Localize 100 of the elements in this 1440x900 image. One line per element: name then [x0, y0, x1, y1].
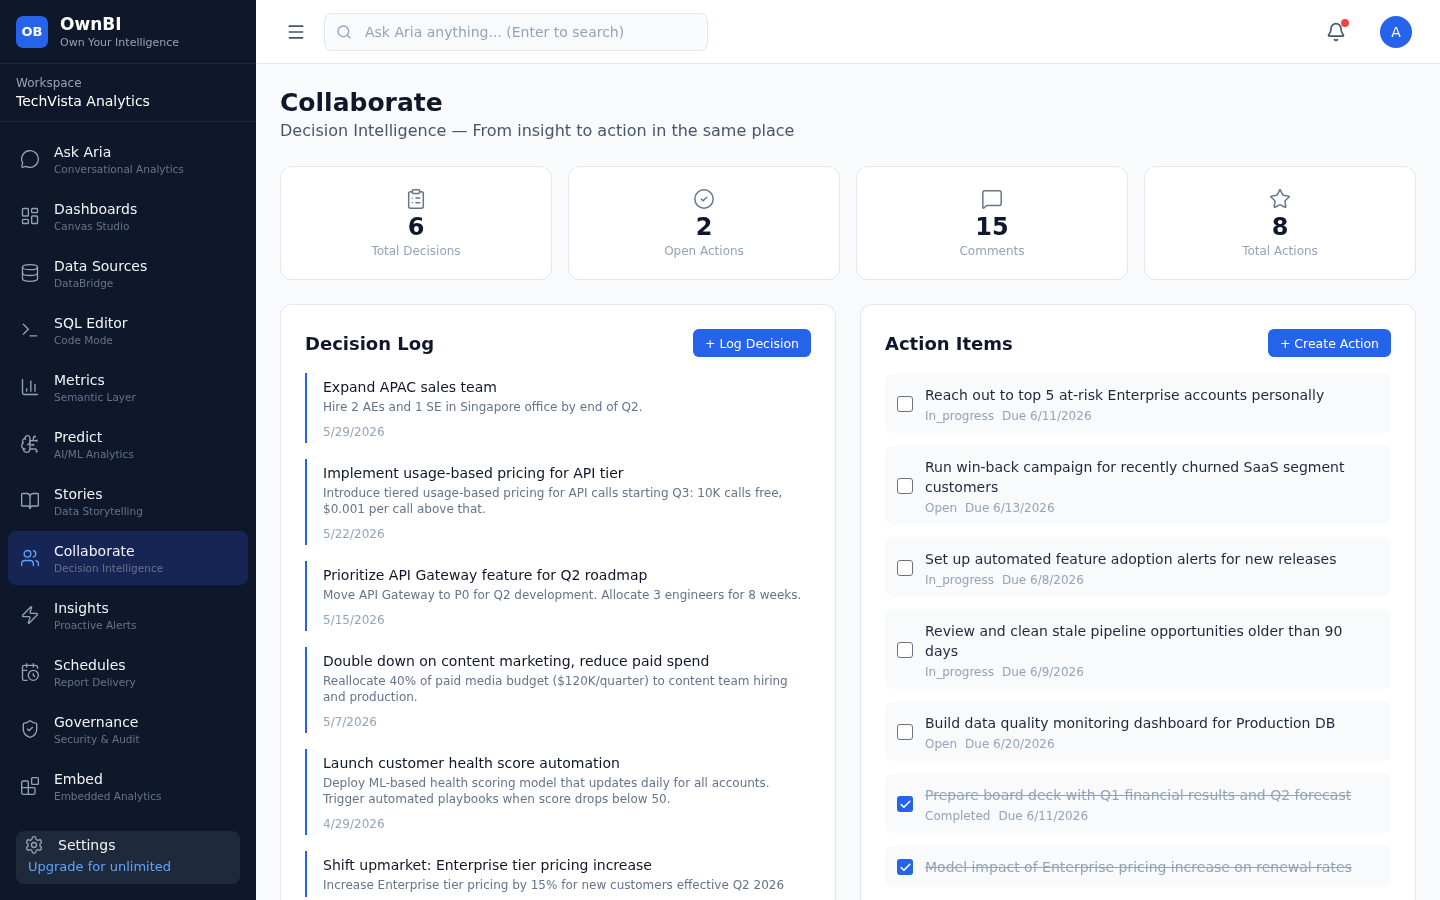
- action-due-date: Due 6/13/2026: [965, 501, 1055, 515]
- checkbox[interactable]: [897, 478, 913, 494]
- notifications-button[interactable]: [1326, 21, 1346, 42]
- nav-subtitle: Proactive Alerts: [54, 618, 137, 631]
- nav-subtitle: AI/ML Analytics: [54, 447, 134, 460]
- lightning-icon: [20, 605, 40, 625]
- stat-value: 15: [975, 213, 1009, 241]
- nav-item[interactable]: Data Sources DataBridge: [8, 246, 248, 300]
- nav-subtitle: Embedded Analytics: [54, 789, 162, 802]
- action-status: In_progress: [925, 665, 994, 679]
- nav-label: Insights: [54, 599, 110, 616]
- stat-label: Total Actions: [1242, 244, 1318, 258]
- action-title: Model impact of Enterprise pricing increase on renewal rates: [925, 858, 1352, 877]
- action-title: Set up automated feature adoption alerts for new releases: [925, 550, 1337, 569]
- action-status: In_progress: [925, 409, 994, 423]
- nav-subtitle: Canvas Studio: [54, 219, 131, 232]
- action-status: Open: [925, 501, 958, 515]
- action-title: Build data quality monitoring dashboard for Production DB: [925, 714, 1336, 733]
- decision-date: 5/7/2026: [323, 715, 378, 729]
- nav-item[interactable]: Embed Embedded Analytics: [8, 759, 248, 813]
- action-title: Reach out to top 5 at-risk Enterprise accounts personally: [925, 386, 1325, 405]
- settings-icon[interactable]: [24, 835, 44, 855]
- nav-item[interactable]: Predict AI/ML Analytics: [8, 417, 248, 471]
- chat-icon: [20, 149, 40, 169]
- decision-description: Introduce tiered usage-based pricing for API calls starting Q3: 10K calls free, $0.001 per call above that.: [323, 485, 784, 517]
- nav-label: SQL Editor: [54, 314, 128, 331]
- nav-label: Collaborate: [54, 542, 136, 559]
- stat-value: 8: [1271, 213, 1289, 241]
- decision-date: 5/22/2026: [323, 527, 386, 541]
- checkbox[interactable]: [897, 396, 913, 412]
- nav-item[interactable]: Governance Security & Audit: [8, 702, 248, 756]
- terminal-icon: [20, 320, 40, 340]
- decision-title: Double down on content marketing, reduce paid spend: [323, 653, 711, 669]
- stat-value: 2: [695, 213, 713, 241]
- action-title: Review and clean stale pipeline opportunities older than 90 days: [925, 622, 1344, 661]
- checkbox[interactable]: [897, 724, 913, 740]
- action-due-date: Due 6/9/2026: [1001, 665, 1084, 679]
- decision-title: Expand APAC sales team: [323, 379, 498, 395]
- action-due-date: Due 6/11/2026: [1001, 409, 1092, 423]
- bar-chart-icon: [20, 377, 40, 397]
- brand-tagline: Own Your Intelligence: [60, 36, 180, 49]
- decision-description: Increase Enterprise tier pricing by 15% for new customers effective Q2 2026: [323, 877, 786, 893]
- workspace-label: Workspace: [16, 76, 83, 90]
- nav-item[interactable]: Stories Data Storytelling: [8, 474, 248, 528]
- decision-title: Shift upmarket: Enterprise tier pricing increase: [323, 857, 653, 873]
- nav-subtitle: Conversational Analytics: [54, 162, 184, 175]
- action-title: Run win-back campaign for recently churned SaaS segment customers: [925, 458, 1346, 497]
- nav-subtitle: Semantic Layer: [54, 390, 136, 403]
- nav-item[interactable]: Schedules Report Delivery: [8, 645, 248, 699]
- nav-label: Schedules: [54, 656, 127, 673]
- database-icon: [20, 263, 40, 283]
- log-decision-button[interactable]: + Log Decision: [693, 329, 811, 357]
- search-field[interactable]: Ask Aria anything... (Enter to search): [324, 12, 708, 51]
- calendar-clock-icon: [20, 662, 40, 682]
- action-due-date: Due 6/20/2026: [965, 737, 1055, 751]
- checkbox[interactable]: [897, 796, 913, 812]
- nav-subtitle: DataBridge: [54, 276, 115, 289]
- nav-item[interactable]: Metrics Semantic Layer: [8, 360, 248, 414]
- star-icon: [1269, 188, 1291, 210]
- logo: OB: [16, 15, 48, 48]
- decision-date: 5/15/2026: [323, 613, 386, 627]
- checkbox[interactable]: [897, 642, 913, 658]
- nav-subtitle: Data Storytelling: [54, 504, 143, 517]
- brain-icon: [20, 434, 40, 454]
- checkbox[interactable]: [897, 859, 913, 875]
- stat-label: Open Actions: [664, 244, 744, 258]
- action-title: Prepare board deck with Q1 financial results and Q2 forecast: [925, 786, 1352, 805]
- nav-label: Metrics: [54, 371, 106, 388]
- stat-label: Comments: [959, 244, 1025, 258]
- nav-label: Stories: [54, 485, 104, 502]
- brand-name: OwnBI: [60, 14, 123, 34]
- nav-label: Predict: [54, 428, 104, 445]
- decision-title: Prioritize API Gateway feature for Q2 roadmap: [323, 567, 649, 583]
- nav-label: Governance: [54, 713, 140, 730]
- action-status: Open: [925, 737, 958, 751]
- panel-title: Decision Log: [305, 332, 435, 354]
- nav-item[interactable]: Collaborate Decision Intelligence: [8, 531, 248, 585]
- users-icon: [20, 548, 40, 568]
- shield-icon: [20, 719, 40, 739]
- create-action-button[interactable]: + Create Action: [1267, 329, 1391, 357]
- upgrade-link[interactable]: Upgrade for unlimited: [20, 859, 236, 874]
- nav-label: Embed: [54, 770, 104, 787]
- avatar[interactable]: A: [1380, 15, 1412, 48]
- page-title: Collaborate: [280, 88, 444, 117]
- nav-item[interactable]: Ask Aria Conversational Analytics: [8, 132, 248, 186]
- decision-description: Move API Gateway to P0 for Q2 development. Allocate 3 engineers for 8 weeks.: [323, 587, 803, 603]
- settings-link[interactable]: Settings: [58, 837, 116, 853]
- book-icon: [20, 491, 40, 511]
- nav-item[interactable]: Dashboards Canvas Studio: [8, 189, 248, 243]
- decision-title: Implement usage-based pricing for API tier: [323, 465, 625, 481]
- nav-label: Data Sources: [54, 257, 148, 274]
- decision-date: 5/29/2026: [323, 425, 386, 439]
- nav-item[interactable]: Insights Proactive Alerts: [8, 588, 248, 642]
- nav-item[interactable]: SQL Editor Code Mode: [8, 303, 248, 357]
- checkbox[interactable]: [897, 560, 913, 576]
- decision-description: Deploy ML-based health scoring model that updates daily for all accounts. Trigger automated playbooks when score drops below 50.: [323, 775, 771, 807]
- nav-subtitle: Security & Audit: [54, 732, 140, 745]
- nav-subtitle: Report Delivery: [54, 675, 136, 688]
- decision-description: Reallocate 40% of paid media budget ($120K/quarter) to content team hiring and production.: [323, 673, 789, 705]
- action-due-date: Due 6/11/2026: [998, 809, 1089, 823]
